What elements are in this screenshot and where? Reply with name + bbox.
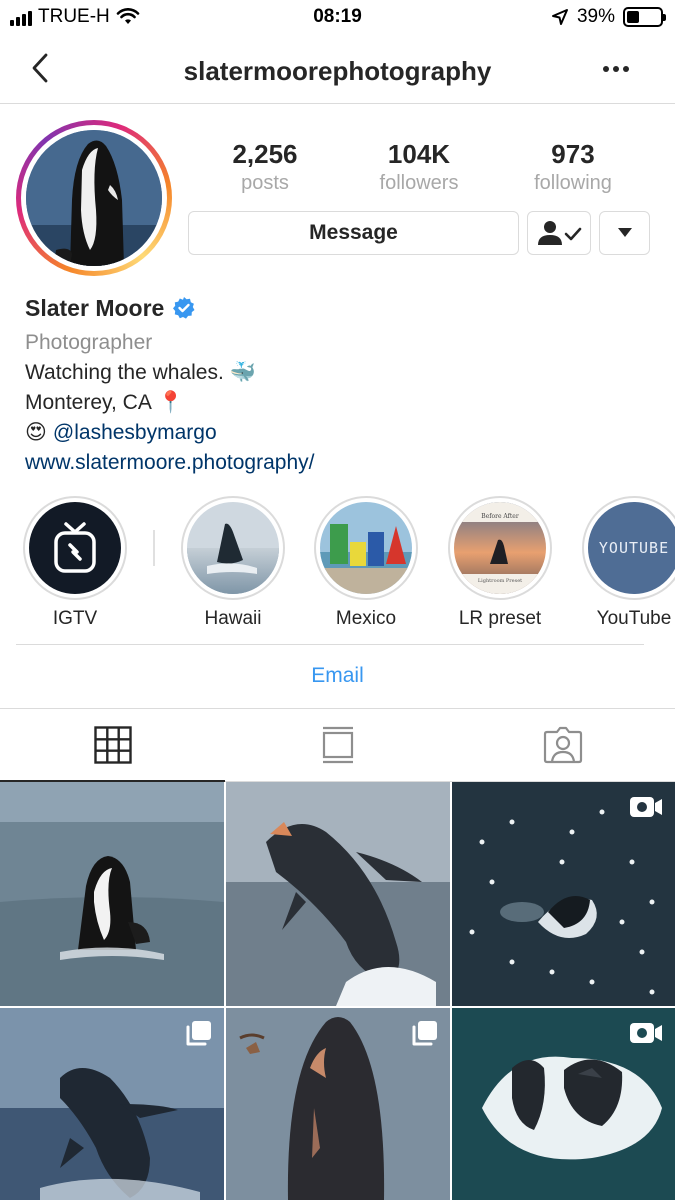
- post-thumbnail[interactable]: [226, 1008, 450, 1200]
- battery-percent: 39%: [576, 6, 615, 27]
- highlight-label: LR preset: [458, 608, 542, 629]
- pin-emoji: 📍: [157, 391, 184, 414]
- feed-icon: [322, 726, 353, 764]
- bio-line-2: Monterey, CA 📍: [25, 388, 645, 418]
- video-icon: [630, 1023, 662, 1043]
- status-right: 39%: [551, 6, 666, 28]
- post-image-orca: [0, 782, 224, 1006]
- post-grid: [0, 782, 675, 1200]
- profile-bio: Slater Moore Photographer Watching the w…: [25, 292, 645, 478]
- bio-line-1-text: Watching the whales.: [25, 361, 224, 384]
- profile-name: Slater Moore: [25, 294, 165, 321]
- youtube-cover: YOUTUBE: [588, 502, 675, 594]
- post-thumbnail[interactable]: [452, 782, 675, 1006]
- profile-category: Photographer: [25, 331, 153, 354]
- suggestions-dropdown-button[interactable]: [599, 211, 650, 255]
- highlight-label: Mexico: [335, 608, 397, 629]
- website-link[interactable]: www.slatermoore.photography/: [25, 448, 314, 478]
- hawaii-photo: [187, 502, 279, 594]
- followers-label: followers: [379, 172, 459, 194]
- highlight-label: IGTV: [52, 608, 98, 629]
- bio-line-3: 😍 @lashesbymargo: [25, 418, 645, 448]
- youtube-cover-text: YOUTUBE: [598, 539, 670, 557]
- post-thumbnail[interactable]: [0, 782, 224, 1006]
- highlight-label: Hawaii: [204, 608, 262, 629]
- heart-eyes-emoji: 😍: [25, 421, 47, 444]
- igtv-icon: [54, 522, 96, 573]
- lr-preset-cover: Before After Lightroom Preset: [454, 502, 546, 594]
- video-icon: [630, 797, 662, 817]
- contact-divider: [16, 644, 644, 645]
- bio-location-text: Monterey, CA: [25, 391, 152, 414]
- tab-feed[interactable]: [225, 709, 450, 781]
- highlight-youtube[interactable]: YOUTUBE YouTube: [578, 496, 675, 630]
- highlight-mexico[interactable]: Mexico: [310, 496, 422, 630]
- message-button[interactable]: Message: [188, 211, 519, 255]
- highlight-label: YouTube: [596, 608, 672, 629]
- profile-name-row: Slater Moore: [25, 292, 645, 324]
- lr-preset-text: Lightroom Preset: [478, 578, 522, 584]
- battery-level: [627, 11, 640, 23]
- highlight-ring: Before After Lightroom Preset: [448, 496, 552, 600]
- highlight-hawaii[interactable]: Hawaii: [177, 496, 289, 630]
- tab-grid[interactable]: [0, 709, 225, 782]
- highlight-igtv[interactable]: IGTV: [19, 496, 131, 630]
- multiple-icon: [412, 1021, 437, 1046]
- profile-avatar[interactable]: [16, 120, 172, 276]
- posts-count: 2,256: [232, 139, 298, 169]
- mexico-cover: [320, 502, 412, 594]
- post-image-breach: [226, 782, 450, 1006]
- stat-following[interactable]: 973 following: [508, 138, 638, 196]
- hawaii-cover: [187, 502, 279, 594]
- tagged-person-icon: [543, 726, 582, 764]
- posts-label: posts: [241, 172, 289, 194]
- bio-line-1: Watching the whales. 🐳: [25, 358, 645, 388]
- avatar-border: [21, 125, 167, 271]
- whale-emoji: 🐳: [229, 361, 256, 384]
- caret-down-icon: [617, 228, 632, 237]
- avatar-image: [26, 130, 162, 266]
- following-label: following: [534, 172, 612, 194]
- lr-preset-photo: Before After Lightroom Preset: [454, 502, 546, 594]
- multiple-icon: [186, 1021, 211, 1046]
- mexico-photo: [320, 502, 412, 594]
- tab-tagged[interactable]: [450, 709, 675, 781]
- profile-username: slatermoorephotography: [183, 56, 492, 86]
- post-thumbnail[interactable]: [0, 1008, 224, 1200]
- highlight-lr-preset[interactable]: Before After Lightroom Preset LR preset: [444, 496, 556, 630]
- verified-badge-icon: [173, 297, 195, 319]
- grid-icon: [93, 726, 132, 764]
- status-bar: TRUE-H 08:19 39%: [0, 0, 675, 36]
- more-dots-icon: [603, 66, 629, 72]
- following-check-icon: [538, 221, 582, 245]
- bio-line-4: www.slatermoore.photography/: [25, 448, 645, 478]
- highlight-ring: [314, 496, 418, 600]
- highlight-ring: [23, 496, 127, 600]
- email-button[interactable]: Email: [0, 664, 675, 688]
- post-thumbnail[interactable]: [226, 782, 450, 1006]
- mention-link[interactable]: @lashesbymargo: [53, 418, 217, 448]
- stat-followers[interactable]: 104K followers: [354, 138, 484, 196]
- post-thumbnail[interactable]: [452, 1008, 675, 1200]
- igtv-cover: [29, 502, 121, 594]
- highlight-divider: [153, 530, 155, 566]
- nav-bar: slatermoorephotography: [0, 36, 675, 104]
- followers-count: 104K: [387, 139, 451, 169]
- highlight-ring: [181, 496, 285, 600]
- profile-tabs: [0, 708, 675, 782]
- more-options-button[interactable]: [591, 54, 641, 84]
- highlight-ring: YOUTUBE: [582, 496, 675, 600]
- orca-photo: [26, 130, 162, 266]
- location-arrow-icon: [551, 9, 568, 25]
- following-button[interactable]: [527, 211, 591, 255]
- lr-before-after-text: Before After: [481, 513, 519, 520]
- battery-icon: [623, 7, 666, 27]
- stat-posts[interactable]: 2,256 posts: [200, 138, 330, 196]
- following-count: 973: [551, 139, 595, 169]
